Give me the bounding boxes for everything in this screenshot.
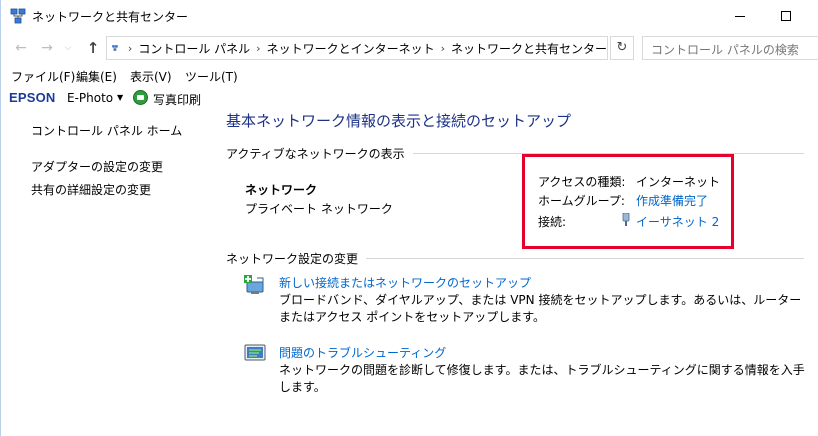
page-title: 基本ネットワーク情報の表示と接続のセットアップ xyxy=(226,112,572,130)
setup-new-connection-link[interactable]: 新しい接続またはネットワークのセットアップ xyxy=(279,274,531,291)
maximize-button[interactable] xyxy=(763,0,809,32)
title-bar: ネットワークと共有センター xyxy=(1,0,818,32)
menu-view[interactable]: 表示(V) xyxy=(130,66,172,85)
breadcrumb-chevron-icon[interactable]: › xyxy=(256,42,260,55)
troubleshoot-description: ネットワークの問題を診断して修復します。または、トラブルシューティングに関する情… xyxy=(279,363,805,394)
network-name: ネットワーク xyxy=(245,183,318,197)
maximize-icon xyxy=(781,11,791,21)
epson-logo: EPSON xyxy=(9,90,56,105)
new-connection-icon[interactable] xyxy=(243,274,267,296)
up-arrow-icon[interactable]: ↑ xyxy=(83,38,103,58)
breadcrumb-network-internet[interactable]: ネットワークとインターネット xyxy=(267,40,435,57)
troubleshoot-icon[interactable] xyxy=(243,342,267,364)
network-icon xyxy=(10,8,26,24)
sidebar-item-adapter-settings[interactable]: アダプターの設定の変更 xyxy=(31,158,163,175)
menu-file[interactable]: ファイル(F) xyxy=(11,66,75,85)
section-divider xyxy=(366,258,804,259)
minimize-icon xyxy=(735,15,745,17)
sidebar-item-advanced-sharing[interactable]: 共有の詳細設定の変更 xyxy=(31,181,151,198)
control-panel-network-icon xyxy=(112,45,118,51)
network-type: プライベート ネットワーク xyxy=(245,202,393,216)
ethernet-icon xyxy=(622,213,630,226)
photo-print-icon[interactable] xyxy=(133,90,148,105)
minimize-button[interactable] xyxy=(717,0,763,32)
window: ネットワークと共有センター ← → ⌵ ↑ › コントロール パネル › ネット… xyxy=(0,0,818,436)
epson-toolbar: EPSON E-Photo ▼ 写真印刷 xyxy=(1,88,818,108)
network-settings-section-header: ネットワーク設定の変更 xyxy=(226,250,804,267)
access-type-label: アクセスの種類: xyxy=(538,175,626,189)
access-type-value: インターネット xyxy=(636,175,721,189)
breadcrumb-chevron-icon[interactable]: › xyxy=(128,42,132,55)
search-input[interactable]: コントロール パネルの検索 xyxy=(642,36,818,60)
recent-locations-chevron-icon[interactable]: ⌵ xyxy=(61,38,75,58)
setup-new-connection-description: ブロードバンド、ダイヤルアップ、または VPN 接続をセットアップします。あるい… xyxy=(279,293,802,324)
photo-print-button[interactable]: 写真印刷 xyxy=(153,91,201,108)
network-settings-heading: ネットワーク設定の変更 xyxy=(226,252,359,266)
homegroup-label: ホームグループ: xyxy=(538,194,625,208)
sidebar-item-control-panel-home[interactable]: コントロール パネル ホーム xyxy=(31,122,182,139)
main-content: 基本ネットワーク情報の表示と接続のセットアップ アクティブなネットワークの表示 … xyxy=(206,110,818,436)
connection-link[interactable]: イーサネット 2 xyxy=(636,213,719,230)
breadcrumb-chevron-icon[interactable]: › xyxy=(441,42,445,55)
address-bar[interactable]: › コントロール パネル › ネットワークとインターネット › ネットワークと共… xyxy=(106,36,608,60)
refresh-icon[interactable]: ↻ xyxy=(610,36,634,60)
network-info-highlight: アクセスの種類: インターネット ホームグループ: 作成準備完了 接続: イーサ… xyxy=(522,154,734,249)
forward-arrow-icon[interactable]: → xyxy=(37,38,57,58)
breadcrumb-network-sharing-center[interactable]: ネットワークと共有センター xyxy=(451,40,607,57)
ephoto-dropdown-icon[interactable]: ▼ xyxy=(117,93,123,102)
back-arrow-icon[interactable]: ← xyxy=(11,38,31,58)
homegroup-link[interactable]: 作成準備完了 xyxy=(636,192,708,209)
navigation-bar: ← → ⌵ ↑ › コントロール パネル › ネットワークとインターネット › … xyxy=(1,34,818,62)
menu-tools[interactable]: ツール(T) xyxy=(185,66,238,85)
breadcrumb-control-panel[interactable]: コントロール パネル xyxy=(138,40,250,57)
menu-edit[interactable]: 編集(E) xyxy=(76,66,117,85)
ephoto-label[interactable]: E-Photo xyxy=(67,91,113,105)
active-networks-heading: アクティブなネットワークの表示 xyxy=(226,147,405,161)
window-title: ネットワークと共有センター xyxy=(32,10,189,24)
troubleshoot-link[interactable]: 問題のトラブルシューティング xyxy=(279,344,446,361)
left-pane: コントロール パネル ホーム アダプターの設定の変更 共有の詳細設定の変更 xyxy=(1,110,206,436)
connection-label: 接続: xyxy=(538,215,567,229)
